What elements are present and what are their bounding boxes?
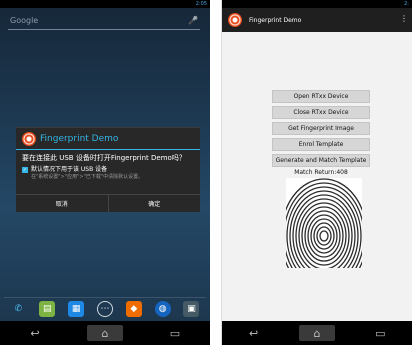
action-bar: Fingerprint Demo ⋮ xyxy=(222,8,412,32)
default-checkbox-row[interactable]: ✓ 默认情况下用于该 USB 设备 xyxy=(16,166,200,174)
dialog-button-bar: 取消 确定 xyxy=(16,194,200,212)
left-phone-screen: 2:05 Google 🎤 Fingerprint Demo 要在连接此 USB… xyxy=(0,0,210,345)
cancel-button[interactable]: 取消 xyxy=(16,195,108,212)
app-title: Fingerprint Demo xyxy=(249,16,302,24)
ok-button[interactable]: 确定 xyxy=(107,195,201,212)
home-icon[interactable]: ⌂ xyxy=(298,325,335,341)
checkbox-label: 默认情况下用于该 USB 设备 xyxy=(31,166,108,173)
status-time: 2: xyxy=(404,1,409,7)
home-dock: ✆ ▤ ▦ ⋯ ◆ ◍ ▣ xyxy=(4,297,206,319)
fingerprint-app-icon xyxy=(22,131,36,146)
usb-permission-dialog: Fingerprint Demo 要在连接此 USB 设备时打开Fingerpr… xyxy=(16,127,200,212)
messages-icon[interactable]: ▤ xyxy=(39,300,56,317)
home-icon[interactable]: ⌂ xyxy=(87,325,123,341)
google-search-bar[interactable]: Google 🎤 xyxy=(8,14,200,30)
generate-match-template-button[interactable]: Generate and Match Template xyxy=(272,154,370,167)
search-placeholder: Google xyxy=(10,16,39,25)
recent-apps-icon[interactable]: ▭ xyxy=(157,325,193,341)
phone-icon[interactable]: ✆ xyxy=(10,301,26,317)
microphone-icon[interactable]: 🎤 xyxy=(188,14,198,28)
enrol-template-button[interactable]: Enrol Template xyxy=(272,138,370,151)
store-icon[interactable]: ◆ xyxy=(125,300,142,317)
right-phone-screen: 2: Fingerprint Demo ⋮ Open RTxx Device C… xyxy=(221,0,412,345)
navigation-bar: ↩ ⌂ ▭ xyxy=(0,321,210,345)
close-device-button[interactable]: Close RTxx Device xyxy=(272,106,370,119)
status-time: 2:05 xyxy=(195,1,207,7)
status-bar: 2:05 xyxy=(0,0,210,8)
fingerprint-app-icon[interactable] xyxy=(228,13,242,27)
get-fingerprint-image-button[interactable]: Get Fingerprint Image xyxy=(272,122,370,135)
fingerprint-graphic xyxy=(286,178,362,268)
gallery-icon[interactable]: ▣ xyxy=(183,300,200,317)
recent-apps-icon[interactable]: ▭ xyxy=(362,325,398,341)
app-drawer-icon[interactable]: ⋯ xyxy=(96,300,113,317)
open-device-button[interactable]: Open RTxx Device xyxy=(272,90,370,103)
match-return-text: Match Return:408 xyxy=(294,169,348,176)
checkbox-checked-icon[interactable]: ✓ xyxy=(22,167,28,173)
overflow-menu-icon[interactable]: ⋮ xyxy=(400,14,408,23)
dialog-title-bar: Fingerprint Demo xyxy=(16,128,200,150)
dialog-message: 要在连接此 USB 设备时打开Fingerprint Demo吗？ xyxy=(22,154,186,162)
back-icon[interactable]: ↩ xyxy=(17,325,53,341)
navigation-bar: ↩ ⌂ ▭ xyxy=(222,321,412,345)
browser-icon[interactable]: ◍ xyxy=(154,300,171,317)
contacts-icon[interactable]: ▦ xyxy=(68,300,85,317)
checkbox-hint: 在"系统设置">"应用">"已下载"中清除默认设置。 xyxy=(31,174,144,180)
status-bar: 2: xyxy=(222,0,412,8)
dialog-title: Fingerprint Demo xyxy=(40,133,119,144)
fingerprint-image xyxy=(286,178,362,268)
back-icon[interactable]: ↩ xyxy=(236,325,272,341)
